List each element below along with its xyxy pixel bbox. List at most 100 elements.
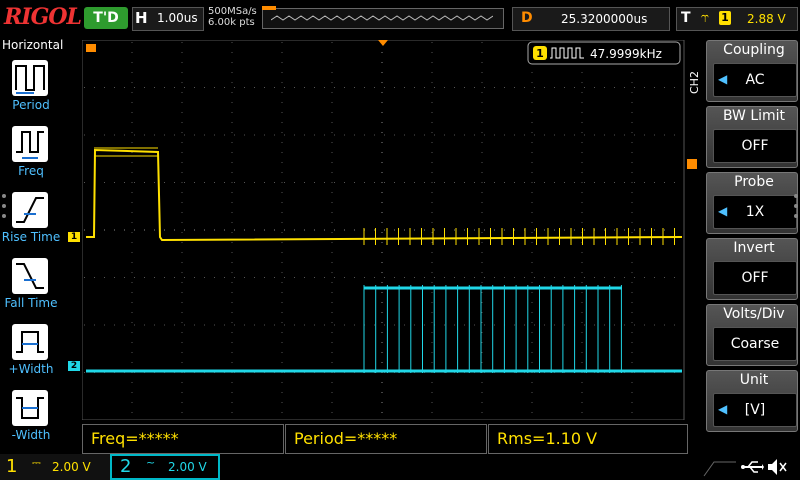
trigger-edge-icon: ⥾: [701, 10, 709, 26]
trigger-tag: T: [681, 10, 691, 26]
volts-div-title: Volts/Div: [723, 306, 785, 322]
frequency-counter: 1 47.9999kHz: [527, 41, 681, 65]
ch1-status[interactable]: 1 ⎓ 2.00 V: [0, 454, 110, 480]
volts-div-value: Coarse: [730, 336, 780, 352]
horizontal-tag: H: [135, 9, 148, 27]
ch2-coupling-icon: ~: [146, 456, 156, 469]
invert-button: Invert OFF: [706, 238, 798, 300]
fall-time-icon: [12, 258, 48, 294]
probe-menu-item[interactable]: Probe ◀ 1X: [704, 172, 800, 236]
bw-limit-button: BW Limit OFF: [706, 106, 798, 168]
trigger-level: 2.88 V: [747, 12, 786, 26]
memory-position-marker: [262, 6, 276, 10]
memory-waveform-icon: [271, 15, 493, 21]
top-status-bar: RIGOL T'D H 1.00us 500MSa/s 6.00k pts D …: [0, 0, 800, 36]
memory-overview-bar[interactable]: [262, 8, 504, 29]
ch2-number: 2: [120, 456, 132, 477]
probe-title: Probe: [734, 174, 774, 190]
unit-menu-item[interactable]: Unit ◀ [V]: [704, 370, 800, 434]
measurement-freq-text: Freq=*****: [91, 429, 179, 448]
freq-counter-value: 47.9999kHz: [590, 47, 662, 61]
measure-period-button[interactable]: Period: [0, 56, 62, 118]
waveform-display[interactable]: 1 47.9999kHz: [82, 40, 686, 420]
unit-value-box: ◀ [V]: [713, 393, 797, 427]
unit-value: [V]: [744, 402, 766, 418]
ch2-status-inner: 2 ~ 2.00 V: [112, 456, 218, 478]
ch2-marker-label[interactable]: 2: [68, 361, 80, 371]
right-page-dots: [794, 194, 798, 224]
trigger-position-marker: [378, 40, 388, 46]
positive-width-label: +Width: [8, 362, 54, 376]
sound-muted-icon[interactable]: [766, 457, 788, 477]
measurement-rms-text: Rms=1.10 V: [497, 429, 598, 448]
delay-tag: D: [521, 10, 533, 26]
probe-value: 1X: [745, 204, 765, 220]
measurement-freq[interactable]: Freq=*****: [82, 424, 284, 454]
period-icon: [12, 60, 48, 96]
acquisition-info: 500MSa/s 6.00k pts: [208, 6, 257, 28]
bottom-status-bar: 1 ⎓ 2.00 V 2 ~ 2.00 V: [0, 454, 800, 480]
horizontal-measure-menu: Horizontal Period Freq Rise Time Fall Ti…: [0, 36, 64, 448]
measure-positive-width-button[interactable]: +Width: [0, 320, 62, 382]
delay-box[interactable]: D 25.3200000us: [512, 7, 670, 31]
probe-value-box: ◀ 1X: [713, 195, 797, 229]
coupling-menu-item[interactable]: Coupling ◀ AC: [704, 40, 800, 104]
bw-limit-title: BW Limit: [722, 108, 786, 124]
unit-title: Unit: [739, 372, 769, 388]
freq-icon: [12, 126, 48, 162]
unit-button: Unit ◀ [V]: [706, 370, 798, 432]
ch1-number: 1: [6, 456, 18, 477]
measurement-period[interactable]: Period=*****: [285, 424, 487, 454]
sample-rate: 500MSa/s: [208, 6, 257, 17]
menu-title: Horizontal: [2, 38, 64, 52]
volts-div-button: Volts/Div Coarse: [706, 304, 798, 366]
negative-width-label: -Width: [11, 428, 51, 442]
ch2-waveform: [86, 285, 682, 373]
time-origin-marker: [86, 44, 96, 52]
probe-button: Probe ◀ 1X: [706, 172, 798, 234]
negative-width-icon: [12, 390, 48, 426]
invert-title: Invert: [733, 240, 775, 256]
fall-time-label: Fall Time: [4, 296, 58, 310]
memory-depth: 6.00k pts: [208, 17, 255, 28]
trigger-source: 1: [719, 11, 731, 25]
invert-menu-item[interactable]: Invert OFF: [704, 238, 800, 302]
trigger-level-indicator[interactable]: [687, 159, 697, 169]
rise-time-label: Rise Time: [1, 230, 61, 244]
bw-limit-value: OFF: [741, 138, 769, 154]
ch1-scale: 2.00 V: [52, 460, 91, 474]
bw-limit-menu-item[interactable]: BW Limit OFF: [704, 106, 800, 170]
measure-fall-time-button[interactable]: Fall Time: [0, 254, 62, 316]
volts-div-value-box: Coarse: [713, 327, 797, 361]
measure-negative-width-button[interactable]: -Width: [0, 386, 62, 448]
period-label: Period: [12, 98, 50, 112]
timebase-box[interactable]: H 1.00us: [132, 7, 204, 31]
delay-value: 25.3200000us: [561, 12, 648, 26]
coupling-value: AC: [745, 72, 765, 88]
freq-counter-channel: 1: [536, 47, 544, 60]
usb-icon: [741, 461, 764, 473]
channel-label: CH2: [688, 71, 701, 94]
channel-settings-menu: Coupling ◀ AC BW Limit OFF Probe ◀ 1X In…: [704, 40, 800, 432]
rigol-logo: RIGOL: [4, 4, 82, 30]
measurement-period-text: Period=*****: [294, 429, 398, 448]
invert-value: OFF: [741, 270, 769, 286]
left-page-dots: [2, 194, 6, 224]
measure-freq-button[interactable]: Freq: [0, 122, 62, 184]
freq-label: Freq: [18, 164, 44, 178]
timebase-value: 1.00us: [157, 11, 198, 25]
status-bar-corner-icon: [703, 461, 736, 477]
volts-div-menu-item[interactable]: Volts/Div Coarse: [704, 304, 800, 368]
ch1-marker-label[interactable]: 1: [68, 232, 80, 242]
trigger-box[interactable]: T ⥾ 1 2.88 V: [676, 7, 798, 31]
run-state-badge[interactable]: T'D: [84, 7, 128, 29]
coupling-title: Coupling: [723, 42, 785, 58]
invert-value-box: OFF: [713, 261, 797, 295]
ch1-coupling-icon: ⎓: [32, 456, 41, 469]
measurement-rms[interactable]: Rms=1.10 V: [488, 424, 688, 454]
coupling-button: Coupling ◀ AC: [706, 40, 798, 102]
rise-time-icon: [12, 192, 48, 228]
measure-rise-time-button[interactable]: Rise Time: [0, 188, 62, 250]
ch2-status[interactable]: 2 ~ 2.00 V: [110, 454, 220, 480]
positive-width-icon: [12, 324, 48, 360]
